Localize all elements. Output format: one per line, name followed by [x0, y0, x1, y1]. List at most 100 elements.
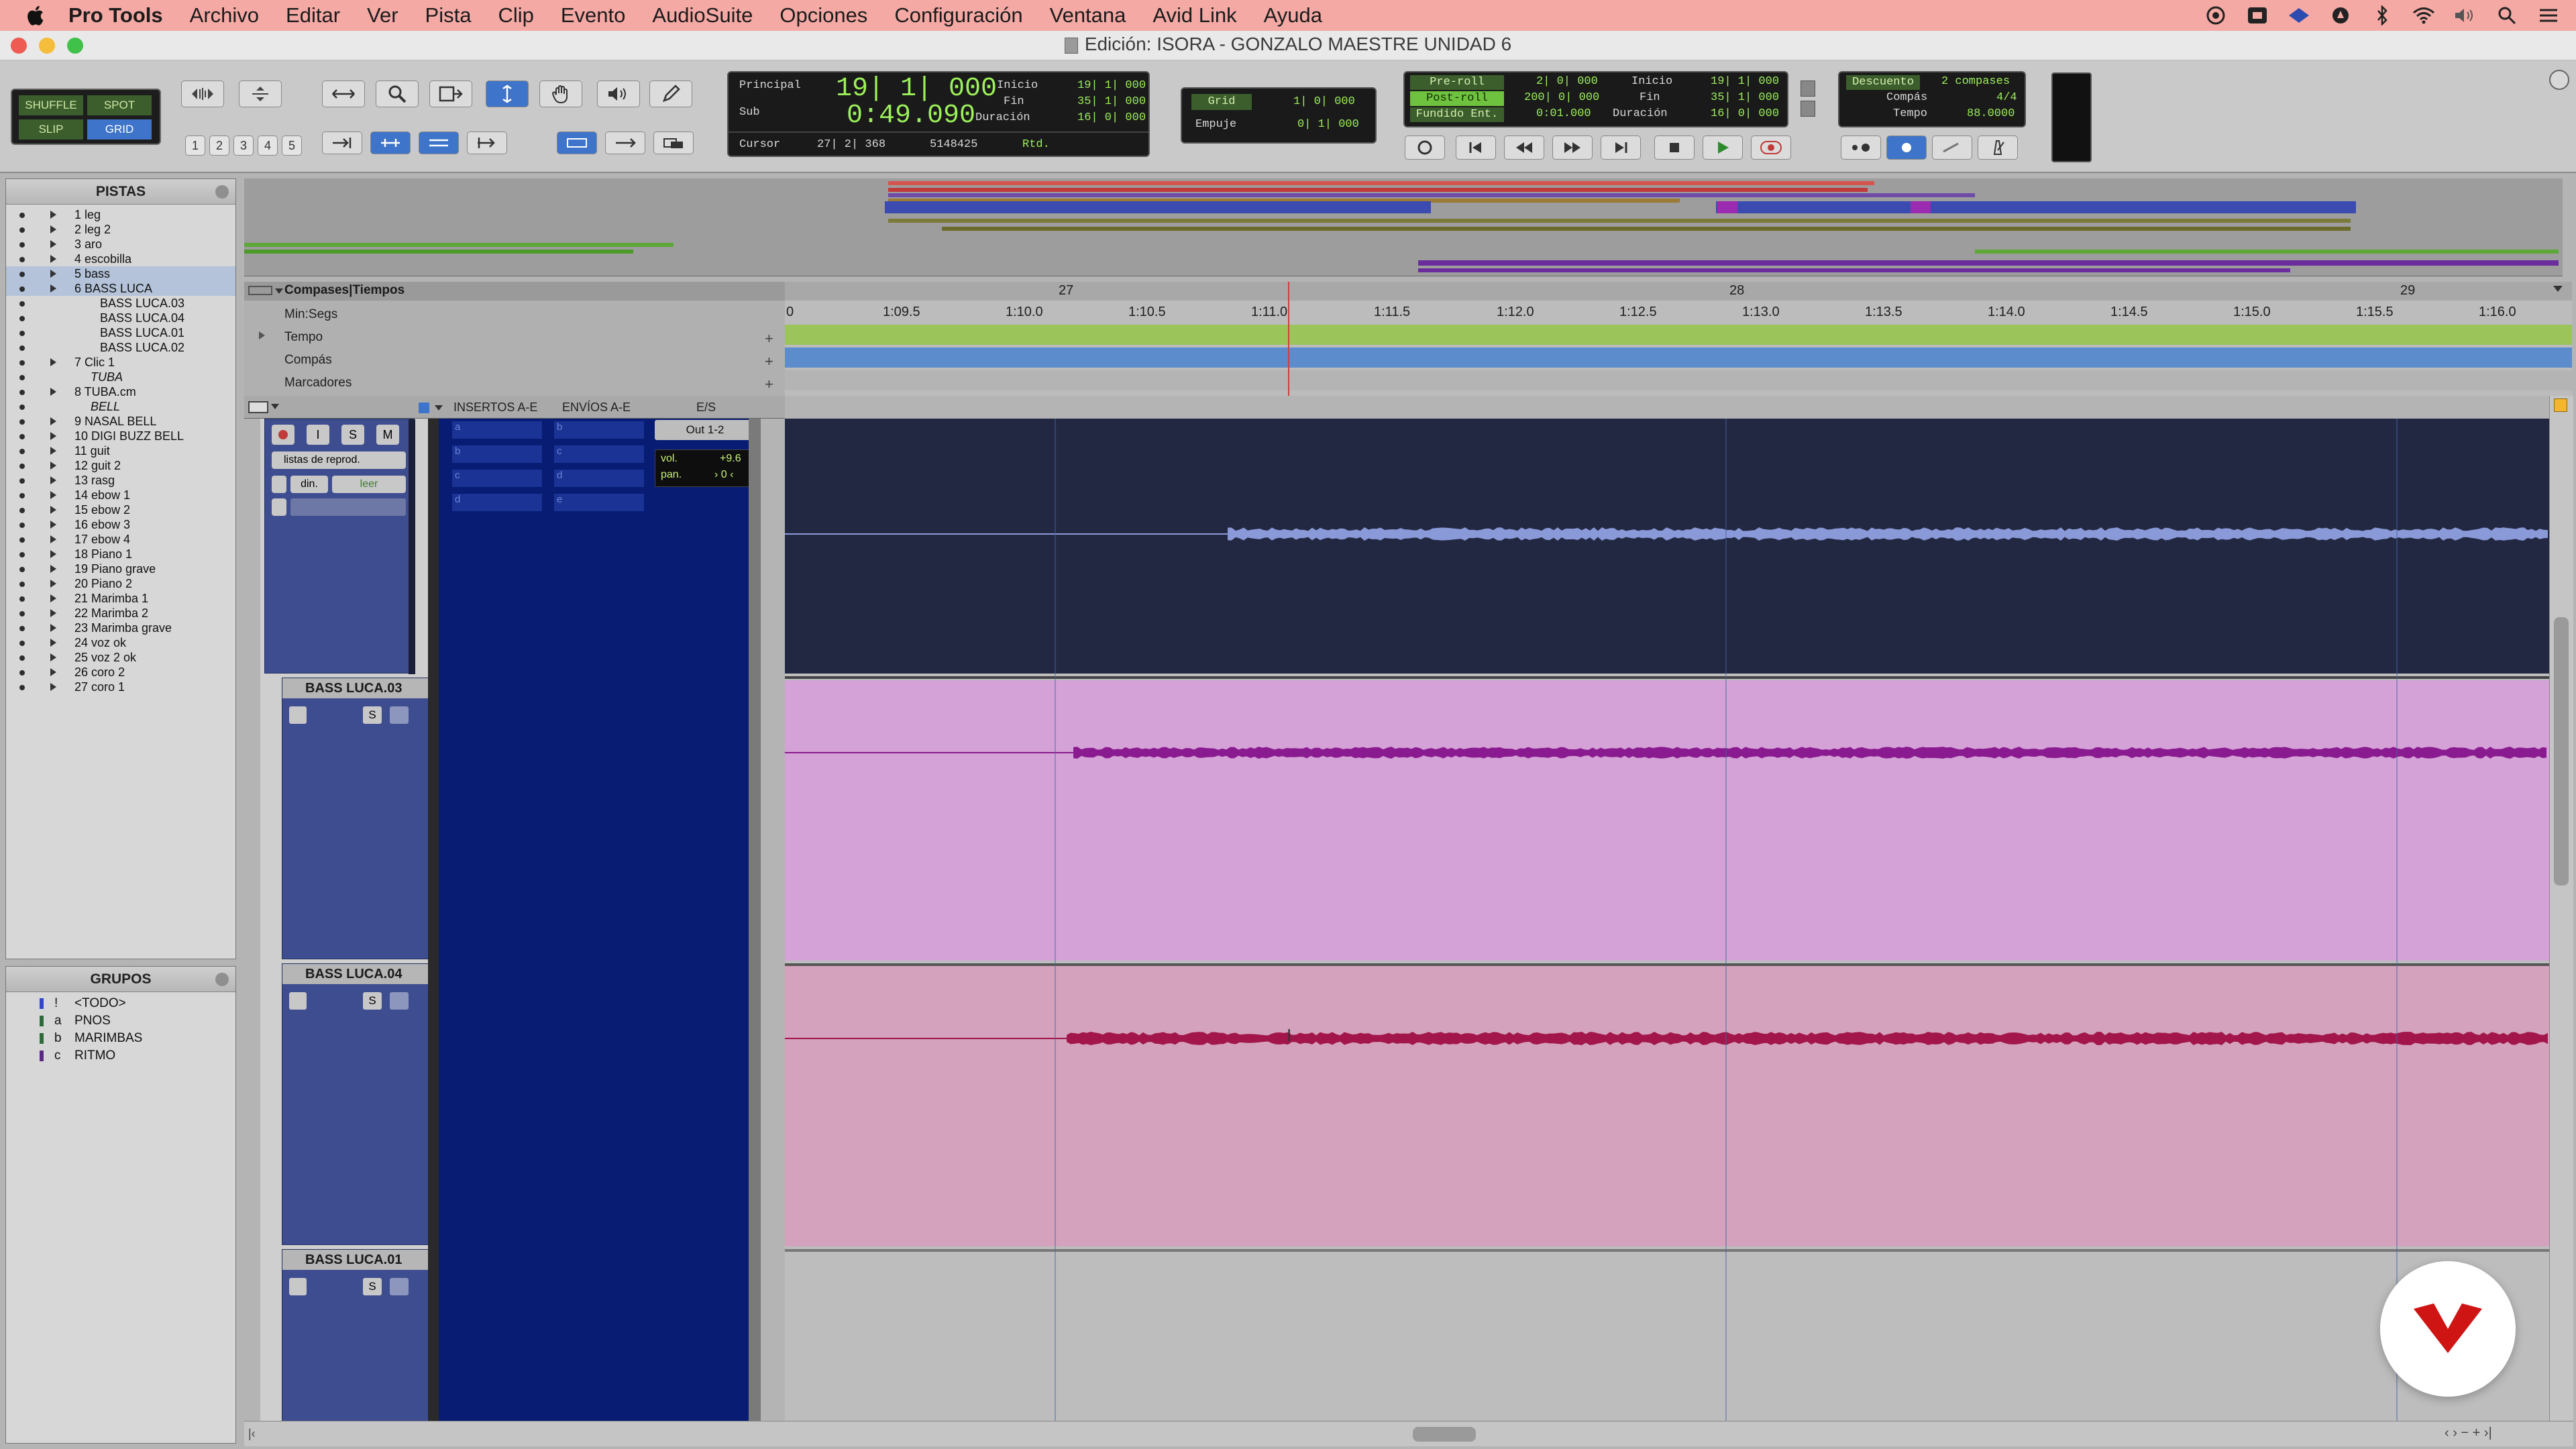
track-list-item[interactable]: 26 coro 2 [6, 665, 235, 680]
input-monitor-button[interactable]: I [307, 425, 329, 445]
zoom-preset-2[interactable]: 2 [209, 136, 229, 156]
track-expand-triangle-icon[interactable] [50, 462, 56, 470]
track-expand-triangle-icon[interactable] [50, 358, 56, 366]
track-expand-triangle-icon[interactable] [50, 270, 56, 278]
track-visibility-dot-icon[interactable] [19, 286, 25, 292]
tab-to-transient-icon[interactable] [322, 131, 362, 154]
universe-overview[interactable] [244, 178, 2563, 276]
track-visibility-dot-icon[interactable] [19, 685, 25, 690]
track-visibility-dot-icon[interactable] [19, 567, 25, 572]
postroll-value[interactable]: 200| 0| 000 [1524, 91, 1599, 104]
playlist-header-bass-luca-01[interactable]: BASS LUCA.01 S [282, 1249, 429, 1422]
spot-mode-button[interactable]: SPOT [87, 95, 152, 115]
zoom-preset-1[interactable]: 1 [185, 136, 205, 156]
track-list-item[interactable]: 24 voz ok [6, 635, 235, 650]
playlist-selector[interactable]: listas de reprod. [272, 451, 406, 469]
track-list-item[interactable]: 1 leg [6, 207, 235, 222]
mute-button[interactable]: M [376, 425, 399, 445]
playlist-header-bass-luca-04[interactable]: BASS LUCA.04 S [282, 963, 429, 1245]
track-expand-triangle-icon[interactable] [50, 639, 56, 647]
countoff-button[interactable]: Descuento [1846, 75, 1920, 90]
playlist-solo-button[interactable]: S [363, 1278, 382, 1295]
track-expand-triangle-icon[interactable] [50, 476, 56, 484]
bars-beats-ruler-label[interactable]: Compases|Tiempos [284, 283, 405, 298]
track-expand-triangle-icon[interactable] [50, 284, 56, 292]
playlist-select-button[interactable] [289, 1278, 307, 1295]
shield-icon[interactable] [2329, 5, 2352, 25]
fade-in-button[interactable]: Fundido Ent. [1410, 107, 1504, 122]
track-visibility-dot-icon[interactable] [19, 508, 25, 513]
group-list-item[interactable]: a PNOS [6, 1012, 235, 1030]
ruler-expand-icon[interactable] [275, 288, 283, 294]
track-list-item[interactable]: 25 voz 2 ok [6, 650, 235, 665]
fast-forward-icon[interactable] [1552, 136, 1593, 160]
track-list-item[interactable]: 20 Piano 2 [6, 576, 235, 591]
track-visibility-dot-icon[interactable] [19, 670, 25, 676]
insert-slot-c[interactable]: c [452, 470, 542, 487]
preroll-button[interactable]: Pre-roll [1410, 75, 1504, 90]
tracks-panel-menu-icon[interactable] [215, 185, 229, 199]
scroll-to-start-icon[interactable]: |‹ [248, 1427, 256, 1441]
track-visibility-dot-icon[interactable] [19, 611, 25, 616]
menu-avid-link[interactable]: Avid Link [1152, 3, 1236, 28]
link-timeline-edit-icon[interactable] [370, 131, 411, 154]
automation-follows-edit-icon[interactable] [605, 131, 645, 154]
track-list-item[interactable]: TUBA [6, 370, 235, 384]
menu-configuracion[interactable]: Configuración [894, 3, 1022, 28]
track-visibility-dot-icon[interactable] [19, 360, 25, 366]
vertical-scroll-thumb[interactable] [2554, 617, 2569, 885]
preroll-value[interactable]: 2| 0| 000 [1536, 75, 1598, 88]
track-list-item[interactable]: BASS LUCA.04 [6, 311, 235, 325]
minsecs-ruler[interactable]: 0 1:09.5 1:10.0 1:10.5 1:11.0 1:11.5 1:12.0 1:1… [785, 301, 2572, 323]
track-list-item[interactable]: 22 Marimba 2 [6, 606, 235, 621]
menu-archivo[interactable]: Archivo [190, 3, 259, 28]
transport-end-value[interactable]: 35| 1| 000 [1711, 91, 1779, 104]
insert-slot-a[interactable]: a [452, 421, 542, 439]
menu-editar[interactable]: Editar [286, 3, 340, 28]
track-list-item[interactable]: 3 aro [6, 237, 235, 252]
playlist-name-bass-luca-01[interactable]: BASS LUCA.01 [282, 1250, 429, 1270]
spotlight-search-icon[interactable] [2496, 5, 2518, 25]
screen-recorder-icon[interactable] [2246, 5, 2269, 25]
link-postroll-toggle[interactable] [1801, 101, 1815, 117]
group-list-item[interactable]: b MARIMBAS [6, 1030, 235, 1047]
nudge-value[interactable]: 0| 1| 000 [1297, 118, 1359, 131]
pan-value[interactable]: › 0 ‹ [714, 469, 733, 481]
automation-read-selector[interactable]: leer [332, 476, 406, 493]
zoom-preset-4[interactable]: 4 [258, 136, 278, 156]
metronome-icon[interactable] [1978, 136, 2018, 160]
creative-cloud-icon[interactable] [2204, 5, 2227, 25]
tempo-value[interactable]: 88.0000 [1967, 107, 2015, 120]
meter-value[interactable]: 4/4 [1996, 91, 2017, 104]
stop-icon[interactable] [1654, 136, 1695, 160]
apple-icon[interactable] [24, 3, 48, 28]
track-list-item[interactable]: 6 BASS LUCA [6, 281, 235, 296]
zoom-toggle-icon[interactable] [2554, 398, 2567, 412]
track-comments-field[interactable] [290, 498, 406, 516]
playlist-lane-bass-luca-01[interactable] [785, 1252, 2549, 1422]
record-arm-button[interactable] [272, 425, 294, 445]
track-list-item[interactable]: 7 Clic 1 [6, 355, 235, 370]
tempo-expand-icon[interactable] [259, 331, 265, 339]
track-list-item[interactable]: 16 ebow 3 [6, 517, 235, 532]
insertion-follows-playback-icon[interactable] [467, 131, 507, 154]
track-expand-triangle-icon[interactable] [50, 580, 56, 588]
track-visibility-dot-icon[interactable] [19, 596, 25, 602]
send-slot-c[interactable]: c [554, 445, 644, 463]
horizontal-zoom-controls-icon[interactable]: ‹ › − + ›| [2445, 1426, 2492, 1441]
record-icon[interactable] [1751, 136, 1791, 160]
magnifier-tool-icon[interactable] [376, 80, 419, 107]
track-visibility-dot-icon[interactable] [19, 316, 25, 321]
go-to-end-icon[interactable] [1601, 136, 1641, 160]
insert-slot-b[interactable]: b [452, 445, 542, 463]
track-expand-triangle-icon[interactable] [50, 225, 56, 233]
track-visibility-dot-icon[interactable] [19, 641, 25, 646]
inserts-column-header[interactable]: INSERTOS A-E [453, 400, 537, 415]
transport-start-value[interactable]: 19| 1| 000 [1711, 75, 1779, 88]
avid-icon[interactable] [2288, 5, 2310, 25]
postroll-button[interactable]: Post-roll [1410, 91, 1504, 106]
playlist-select-button[interactable] [289, 706, 307, 724]
track-expand-triangle-icon[interactable] [50, 594, 56, 602]
track-info-toggle[interactable] [272, 498, 286, 516]
track-visibility-dot-icon[interactable] [19, 626, 25, 631]
